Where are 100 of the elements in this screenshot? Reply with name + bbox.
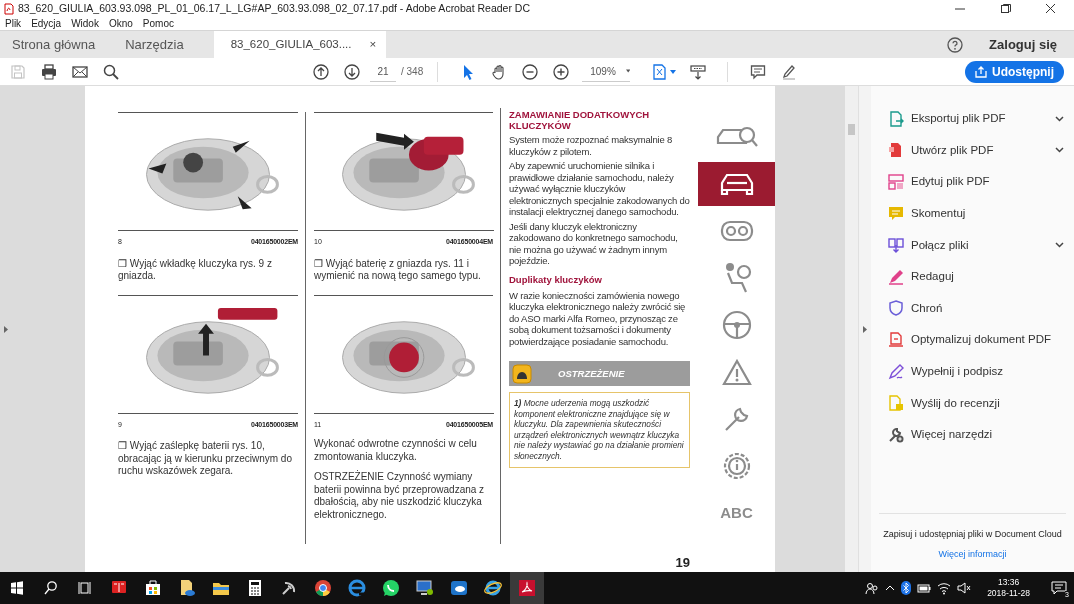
muted-speaker-icon[interactable] (957, 581, 972, 595)
dashboard-icon (719, 220, 754, 242)
paragraph: W razie konieczności zamówienia nowego kluczyka elektronicznego należy zwrócić się do ASO marki Alfa Romeo, przynosząc ze sobą dokument tożsamości i dokumenty potwierdzające posiadanie samochodu. (509, 289, 687, 348)
zoom-in-icon[interactable] (552, 63, 569, 80)
cloud-icon (449, 578, 469, 598)
zoom-out-icon[interactable] (521, 63, 538, 80)
close-tab-button[interactable]: × (369, 35, 377, 54)
speech-bubble-icon[interactable] (749, 63, 766, 80)
chat-bubble-icon (381, 578, 401, 598)
tool-item[interactable]: Chroń (871, 292, 1074, 325)
tool-item[interactable]: Utwórz plik PDF (871, 134, 1074, 167)
tool-label: Edytuj plik PDF (911, 174, 991, 190)
instruction-text: ❒ Wyjąć zaślepkę baterii rys. 10, obracając ją w kierunku przeciwnym do ruchu wskazówek zegara. (118, 440, 293, 478)
info-icon (721, 451, 752, 481)
tool-label: Utwórz plik PDF (911, 142, 995, 158)
marker-icon (888, 268, 904, 285)
monitor-icon (415, 578, 435, 598)
chevron-down-icon[interactable] (1055, 242, 1064, 249)
chapter-tab[interactable] (698, 162, 775, 206)
signature-pen-icon (888, 363, 904, 380)
collapse-arrow-icon[interactable] (863, 325, 867, 333)
hand-icon[interactable] (490, 63, 507, 80)
scroll-icon[interactable] (689, 63, 706, 80)
tool-item[interactable]: Połącz pliki (871, 229, 1074, 261)
people-icon[interactable] (865, 581, 880, 595)
comment-icon (888, 205, 904, 222)
paragraph: Aby zapewnić uruchomienie silnika i prawidłowe działanie samochodu, należy używać wyłącznie kluczyków elektronicznych specjalnie zakodowanych do instalacji elektrycznej danego samochodu. (509, 160, 690, 218)
tool-item[interactable]: Eksportuj plik PDF (871, 103, 1074, 135)
create-file-icon (888, 142, 904, 159)
send-file-icon (888, 395, 904, 412)
tool-item[interactable]: Skomentuj (871, 197, 1074, 230)
tool-item[interactable]: Więcej narzędzi (871, 418, 1074, 451)
wifi-icon[interactable] (937, 581, 952, 595)
clock-time: 13:36 (996, 577, 1021, 588)
tool-item[interactable]: Wypełnij i podpisz (871, 355, 1074, 388)
more-info-link[interactable]: Więcej informacji (938, 548, 1007, 562)
document-tab[interactable]: 83_620_GIULIA_603.... × (213, 31, 387, 58)
battery-icon[interactable] (917, 581, 932, 595)
mail-icon[interactable] (71, 63, 88, 80)
export-file-icon (888, 110, 904, 127)
paragraph: Jeśli dany kluczyk elektroniczny zakodowano do konkretnego samochodu, nie można go używać w żadnym innym pojeździe. (509, 220, 679, 267)
clock-date: 2018-11-28 (987, 588, 1030, 599)
shopping-bag-icon (143, 578, 163, 598)
section-heading: ZAMAWIANIE DODATKOWYCH KLUCZYKÓW (509, 110, 651, 131)
tool-label: Redaguj (911, 269, 955, 285)
tool-item[interactable]: Optymalizuj dokument PDF (871, 324, 1074, 356)
warning-car-icon (512, 363, 532, 384)
steering-wheel-icon (721, 310, 752, 340)
notifications-icon[interactable] (1051, 580, 1067, 596)
car-icon (718, 171, 755, 197)
sign-in-link[interactable]: Zaloguj się (989, 34, 1057, 55)
tool-label: Więcej narzędzi (911, 427, 994, 443)
browser-circle-icon (313, 578, 333, 598)
bluetooth-icon[interactable] (901, 581, 912, 595)
pdf-app-icon (517, 578, 537, 598)
paragraph: System może rozpoznać maksymalnie 8 kluczyków z pilotem. (509, 134, 673, 157)
tab-label: 83_620_GIULIA_603.... (230, 36, 352, 52)
menu-item[interactable]: Plik (5, 16, 22, 31)
document-icon[interactable] (652, 63, 669, 80)
help-icon[interactable] (947, 36, 964, 53)
menu-item[interactable]: Edycja (31, 16, 62, 31)
tool-label: Wypełnij i podpisz (911, 363, 1004, 379)
share-button[interactable]: Udostępnij (965, 60, 1064, 83)
tab[interactable]: Narzędzia (113, 31, 196, 58)
paragraph: OSTRZEŻENIE Czynność wymiany baterii powinna być przeprowadzana z dbałością, aby nie uszkodzić kluczyka elektronicznego. (314, 471, 486, 521)
promo-text: Zapisuj i udostępniaj pliki w Document Cloud (882, 528, 1063, 540)
tab[interactable]: Strona główna (0, 31, 108, 58)
combine-files-icon (888, 237, 904, 254)
tool-label: Chroń (911, 300, 944, 316)
tool-item[interactable]: Edytuj plik PDF (871, 166, 1074, 198)
letter-e-browser-icon (347, 578, 367, 598)
note-text: 1) Mocne uderzenia mogą uszkodzić komponent elektroniczne znajdujące się w kluczyku. Dla zapewnienia skuteczności urządzeń elektronicznych wewnątrz kluczyka nie należy wystawiać go na działanie promieni słonecznych. (509, 392, 690, 469)
tool-label: Skomentuj (911, 205, 967, 221)
tool-item[interactable]: Redaguj (871, 260, 1074, 293)
menu-item[interactable]: Pomoc (142, 16, 174, 31)
zoom-field[interactable]: 109% (582, 61, 631, 82)
tool-label: Eksportuj plik PDF (911, 111, 1007, 127)
share-icon (975, 65, 987, 78)
letter-e-globe-icon (483, 578, 503, 598)
warning-icon (721, 358, 752, 386)
warning-title: OSTRZEŻENIE (558, 366, 625, 381)
tool-label: Wyślij do recenzji (911, 395, 1001, 411)
caret-icon (670, 69, 677, 74)
shield-icon (888, 300, 904, 317)
instruction-text: ❒ Wyjąć baterię z gniazda rys. 11 i wymienić na nową tego samego typu. (314, 257, 482, 283)
subheading: Duplikaty kluczyków (509, 272, 603, 287)
menu-item[interactable]: Okno (108, 16, 133, 31)
print-icon[interactable] (40, 63, 57, 80)
menu-item[interactable]: Widok (71, 16, 99, 31)
tool-item[interactable]: Wyślij do recenzji (871, 387, 1074, 419)
optimize-file-icon (888, 331, 904, 348)
chevron-down-icon[interactable] (1055, 147, 1064, 154)
instruction-text: ❒ Wyjąć wkładkę kluczyka rys. 9 z gniazda. (118, 257, 273, 283)
expand-arrow-icon[interactable] (4, 325, 8, 333)
chevron-down-icon[interactable] (1055, 115, 1064, 122)
scrollbar-thumb[interactable] (848, 124, 855, 135)
taskbar-app[interactable] (510, 572, 544, 604)
caret-icon (625, 69, 631, 73)
pen-icon[interactable] (780, 63, 797, 80)
search-icon[interactable] (102, 63, 119, 80)
